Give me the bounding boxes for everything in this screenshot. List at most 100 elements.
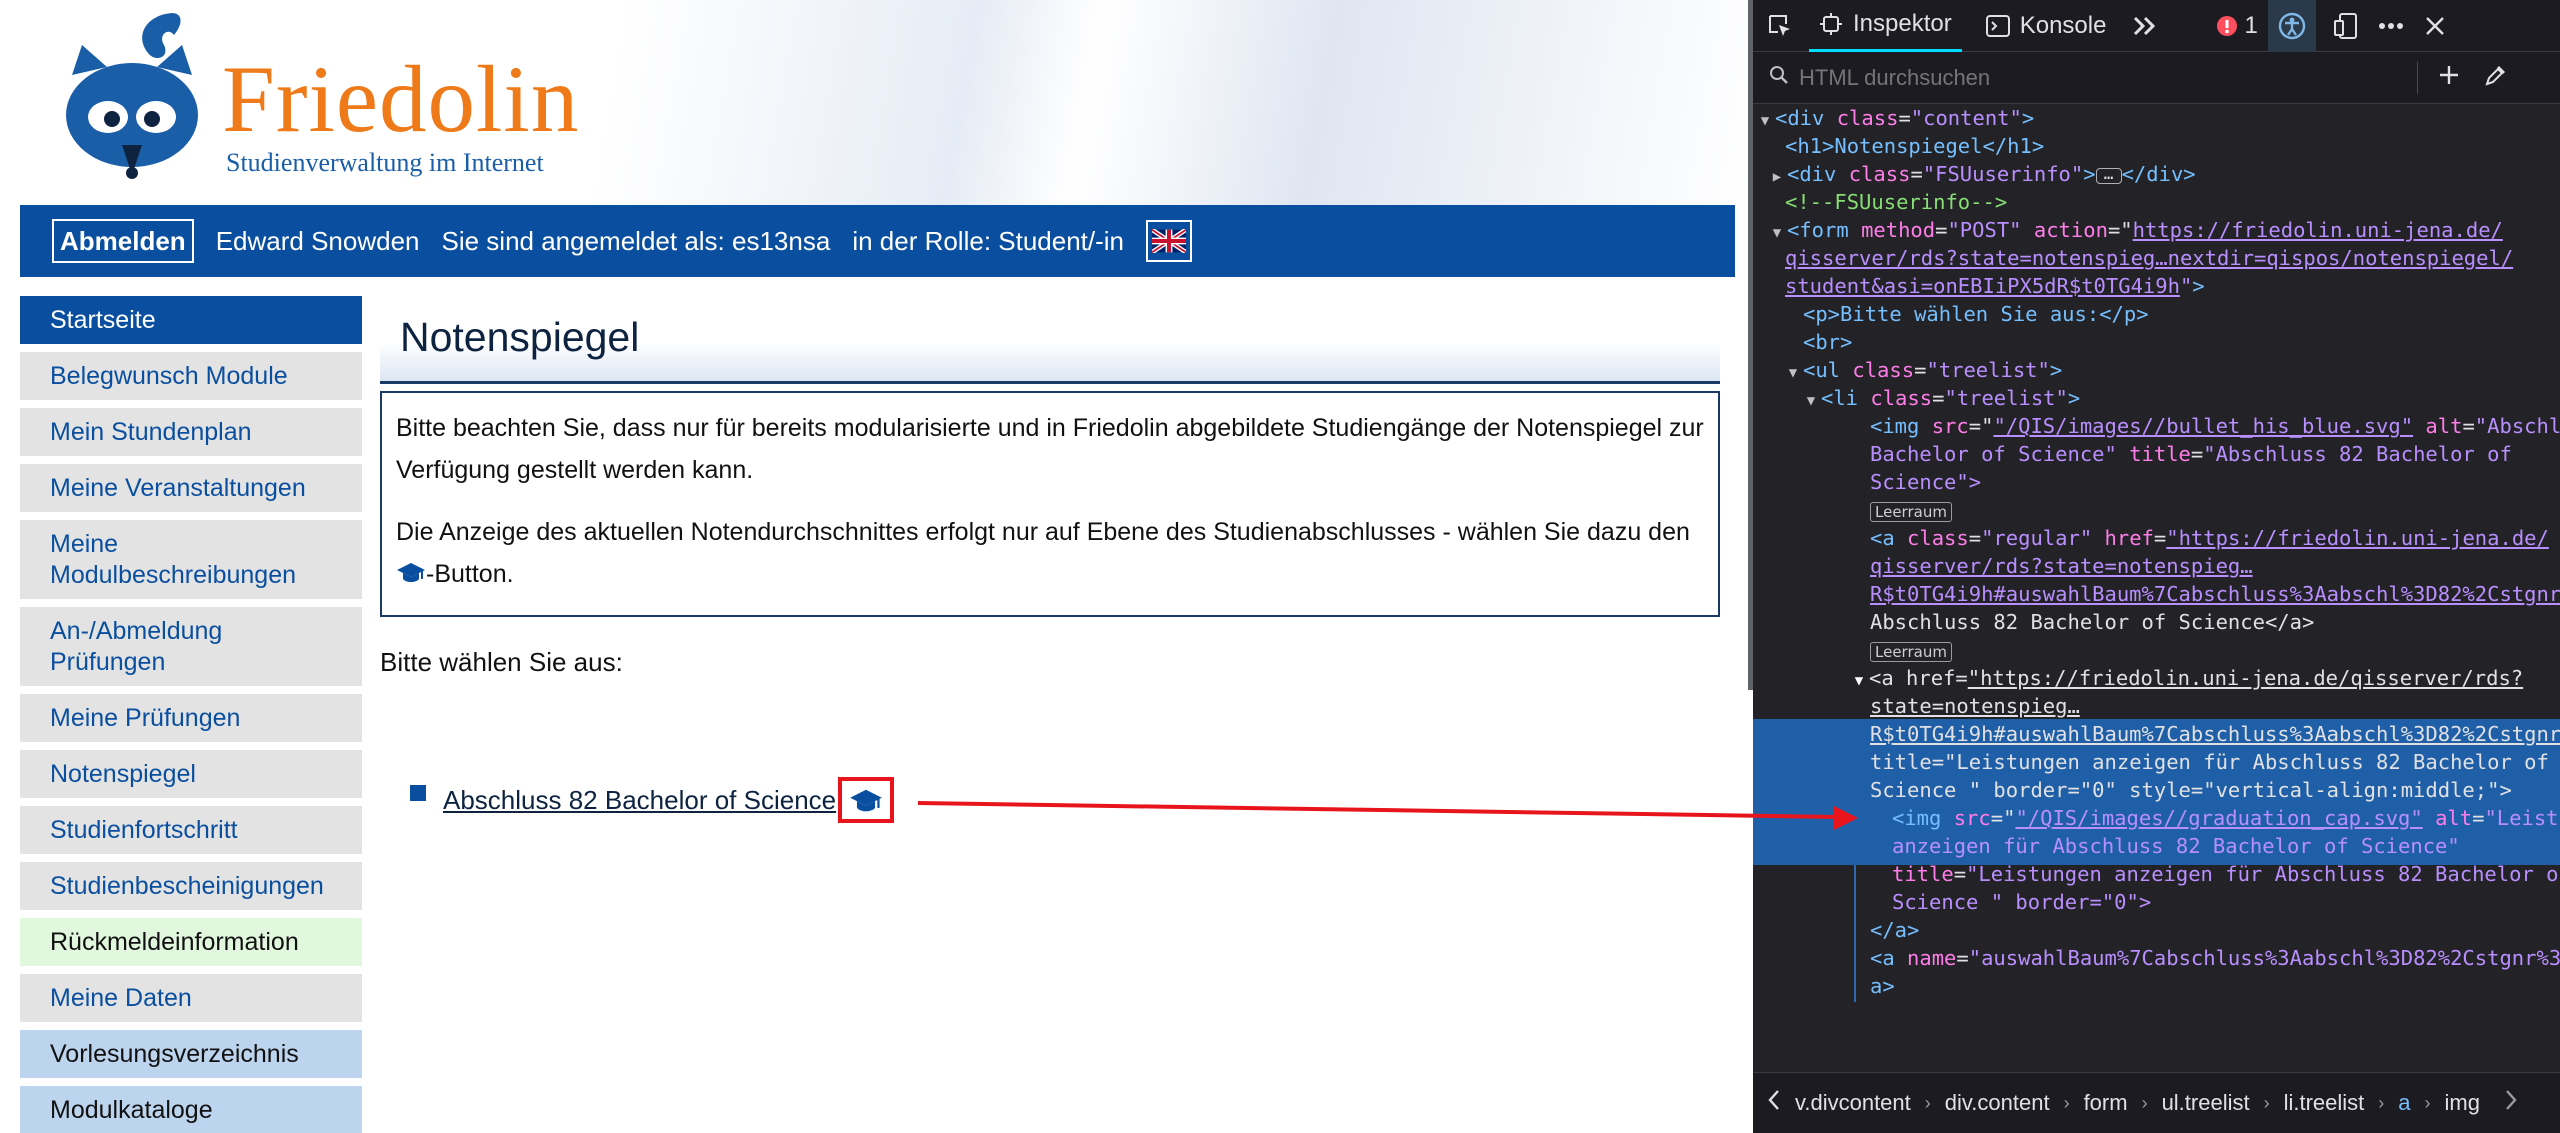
tab-inspector-label: Inspektor bbox=[1853, 10, 1952, 37]
element-picker-icon[interactable] bbox=[1753, 0, 1809, 52]
node-a-selected[interactable]: ▼ <a href="https://friedolin.uni-jena.de/… bbox=[1753, 664, 2560, 692]
collapse-toggle-icon[interactable]: ▶ bbox=[1767, 163, 1787, 191]
fox-mascot-logo-icon[interactable] bbox=[52, 5, 212, 180]
attr-value: Science"> bbox=[1870, 470, 1982, 494]
attr-value: "Abschluss 82 bbox=[2474, 414, 2560, 438]
sidebar-item-meine-modulbeschreibungen[interactable]: Meine Modulbeschreibungen bbox=[20, 520, 362, 599]
node-a-anchor[interactable]: <a name="auswahlBaum%7Cabschluss%3Aabsch… bbox=[1753, 944, 2560, 972]
breadcrumb-item-active[interactable]: a bbox=[2394, 1090, 2414, 1116]
node-a-regular[interactable]: <a class="regular" href="https://friedol… bbox=[1753, 524, 2560, 552]
expand-toggle-icon[interactable]: ▼ bbox=[1755, 107, 1775, 135]
attr-url[interactable]: R$t0TG4i9h#auswahlBaum%7Cabschluss%3Aabs… bbox=[1870, 722, 2560, 746]
whitespace-badge[interactable]: Leerraum bbox=[1870, 642, 1952, 662]
node-ul-treelist[interactable]: ▼ <ul class="treelist"> bbox=[1753, 356, 2560, 384]
html-search-input[interactable] bbox=[1799, 64, 2409, 91]
info-paragraph-2: Die Anzeige des aktuellen Notendurchschn… bbox=[396, 511, 1704, 597]
tab-inspector[interactable]: Inspektor bbox=[1809, 0, 1962, 52]
sidebar-item-notenspiegel[interactable]: Notenspiegel bbox=[20, 750, 362, 798]
add-node-icon[interactable] bbox=[2438, 64, 2460, 92]
error-count: 1 bbox=[2244, 11, 2258, 39]
sidebar-item-studienfortschritt[interactable]: Studienfortschritt bbox=[20, 806, 362, 854]
expand-toggle-icon[interactable]: ▼ bbox=[1801, 387, 1821, 415]
responsive-design-icon[interactable] bbox=[2324, 0, 2368, 52]
node-form[interactable]: ▼ <form method="POST" action="https://fri… bbox=[1753, 216, 2560, 244]
expand-toggle-icon[interactable]: ▼ bbox=[1767, 219, 1787, 247]
chevron-right-icon: › bbox=[2378, 1092, 2385, 1113]
expand-toggle-icon[interactable]: ▼ bbox=[1783, 359, 1803, 387]
close-icon[interactable] bbox=[2414, 0, 2456, 52]
breadcrumb-item[interactable]: li.treelist bbox=[2280, 1090, 2369, 1116]
sidebar-item-belegwunsch-module[interactable]: Belegwunsch Module bbox=[20, 352, 362, 400]
attr-url[interactable]: student&asi=onEBIiPX5dR$t0TG4i9h bbox=[1785, 274, 2180, 298]
node-div-content[interactable]: ▼ <div class="content"> bbox=[1753, 104, 2560, 132]
more-tabs-icon[interactable] bbox=[2122, 0, 2168, 52]
show-grades-button[interactable] bbox=[838, 777, 895, 823]
breadcrumb-scroll-right-icon[interactable] bbox=[2504, 1089, 2518, 1117]
attr-url[interactable]: R$t0TG4i9h#auswahlBaum%7Cabschluss%3Aabs… bbox=[1870, 582, 2560, 606]
node-a-selected-cont-3: title="Leistungen anzeigen für Abschluss… bbox=[1870, 750, 2549, 774]
node-img-cap[interactable]: <img src=""/QIS/images//graduation_cap.s… bbox=[1753, 804, 2560, 832]
sidebar-item-rueckmeldeinformation[interactable]: Rückmeldeinformation bbox=[20, 918, 362, 966]
info-paragraph-2-end: -Button. bbox=[426, 560, 514, 588]
node-a-close[interactable]: </a> bbox=[1753, 916, 2560, 944]
breadcrumb-scroll-left-icon[interactable] bbox=[1767, 1089, 1781, 1117]
tab-console[interactable]: Konsole bbox=[1976, 0, 2117, 52]
node-div-fsuuserinfo[interactable]: ▶ <div class="FSUuserinfo">… </div> bbox=[1753, 160, 2560, 188]
sidebar-item-startseite[interactable]: Startseite bbox=[20, 296, 362, 344]
logout-button[interactable]: Abmelden bbox=[52, 219, 194, 263]
accessibility-icon[interactable] bbox=[2267, 0, 2316, 52]
logo-title[interactable]: Friedolin bbox=[222, 52, 579, 147]
node-img-bullet-cont-2: Science"> bbox=[1753, 468, 2560, 496]
tree-item-degree: Abschluss 82 Bachelor of Science bbox=[410, 777, 895, 823]
attr-url[interactable]: "/QIS/images//graduation_cap.svg" bbox=[2015, 806, 2422, 830]
sidebar-nav: Startseite Belegwunsch Module Mein Stund… bbox=[20, 296, 362, 1133]
breadcrumb-item[interactable]: ul.treelist bbox=[2158, 1090, 2254, 1116]
attr-value: "content" bbox=[1910, 106, 2022, 130]
node-whitespace[interactable]: Leerraum bbox=[1753, 496, 2560, 524]
sidebar-item-an-abmeldung-pruefungen[interactable]: An-/Abmeldung Prüfungen bbox=[20, 607, 362, 686]
node-comment[interactable]: <!--FSUuserinfo--> bbox=[1753, 188, 2560, 216]
node-img-bullet-cont: Bachelor of Science" title="Abschluss 82… bbox=[1870, 442, 2512, 466]
degree-link[interactable]: Abschluss 82 Bachelor of Science bbox=[443, 785, 836, 816]
breadcrumb-item[interactable]: img bbox=[2441, 1090, 2484, 1116]
tag-name: <div bbox=[1775, 106, 1825, 130]
breadcrumb-item[interactable]: div.content bbox=[1941, 1090, 2054, 1116]
node-h1[interactable]: <h1>Notenspiegel</h1> bbox=[1753, 132, 2560, 160]
sidebar-item-meine-daten[interactable]: Meine Daten bbox=[20, 974, 362, 1022]
attr-url[interactable]: "https://friedolin.uni-jena.de/qisserver… bbox=[1968, 666, 2523, 690]
logged-in-as: Sie sind angemeldet als: es13nsa bbox=[441, 225, 831, 256]
inspector-icon bbox=[1819, 12, 1843, 36]
main-content: Notenspiegel Bitte beachten Sie, dass nu… bbox=[380, 296, 1720, 823]
sidebar-item-vorlesungsverzeichnis[interactable]: Vorlesungsverzeichnis bbox=[20, 1030, 362, 1078]
attr-url[interactable]: "https://friedolin.uni-jena.de/ bbox=[2166, 526, 2549, 550]
sidebar-item-meine-veranstaltungen[interactable]: Meine Veranstaltungen bbox=[20, 464, 362, 512]
attr-value: "auswahlBaum%7Cabschluss%3Aabschl%3D82%2… bbox=[1968, 946, 2560, 970]
error-count-indicator[interactable]: 1 bbox=[2206, 0, 2267, 52]
eyedropper-icon[interactable] bbox=[2484, 63, 2508, 93]
breadcrumb-item[interactable]: v.divcontent bbox=[1791, 1090, 1915, 1116]
attr-url[interactable]: "/QIS/images//bullet_his_blue.svg" bbox=[1993, 414, 2413, 438]
sidebar-item-studienbescheinigungen[interactable]: Studienbescheinigungen bbox=[20, 862, 362, 910]
node-text: Abschluss 82 Bachelor of Science</a> bbox=[1870, 610, 2315, 634]
breadcrumb-item[interactable]: form bbox=[2080, 1090, 2132, 1116]
sidebar-item-modulkataloge[interactable]: Modulkataloge bbox=[20, 1086, 362, 1133]
collapsed-content-badge[interactable]: … bbox=[2095, 166, 2122, 184]
attr-url[interactable]: https://friedolin.uni-jena.de/ bbox=[2133, 218, 2503, 242]
attr-url[interactable]: state=notenspieg… bbox=[1870, 694, 2080, 718]
attr-url[interactable]: qisserver/rds?state=notenspieg… bbox=[1870, 554, 2253, 578]
sidebar-item-mein-stundenplan[interactable]: Mein Stundenplan bbox=[20, 408, 362, 456]
node-li-treelist[interactable]: ▼ <li class="treelist"> bbox=[1753, 384, 2560, 412]
node-img-bullet[interactable]: <img src=""/QIS/images//bullet_his_blue.… bbox=[1753, 412, 2560, 440]
node-p[interactable]: <p>Bitte wählen Sie aus:</p> bbox=[1753, 300, 2560, 328]
english-language-button[interactable] bbox=[1146, 220, 1193, 262]
site-header: Friedolin Studienverwaltung im Internet bbox=[0, 0, 1748, 205]
node-whitespace-2[interactable]: Leerraum bbox=[1753, 636, 2560, 664]
node-br[interactable]: <br> bbox=[1753, 328, 2560, 356]
sidebar-item-meine-pruefungen[interactable]: Meine Prüfungen bbox=[20, 694, 362, 742]
graduation-cap-icon bbox=[396, 555, 426, 597]
whitespace-badge[interactable]: Leerraum bbox=[1870, 502, 1952, 522]
expand-toggle-icon[interactable]: ▼ bbox=[1849, 667, 1869, 695]
console-icon bbox=[1985, 14, 2010, 37]
more-options-icon[interactable] bbox=[2368, 0, 2414, 52]
attr-url[interactable]: qisserver/rds?state=notenspieg…nextdir=q… bbox=[1785, 246, 2513, 270]
